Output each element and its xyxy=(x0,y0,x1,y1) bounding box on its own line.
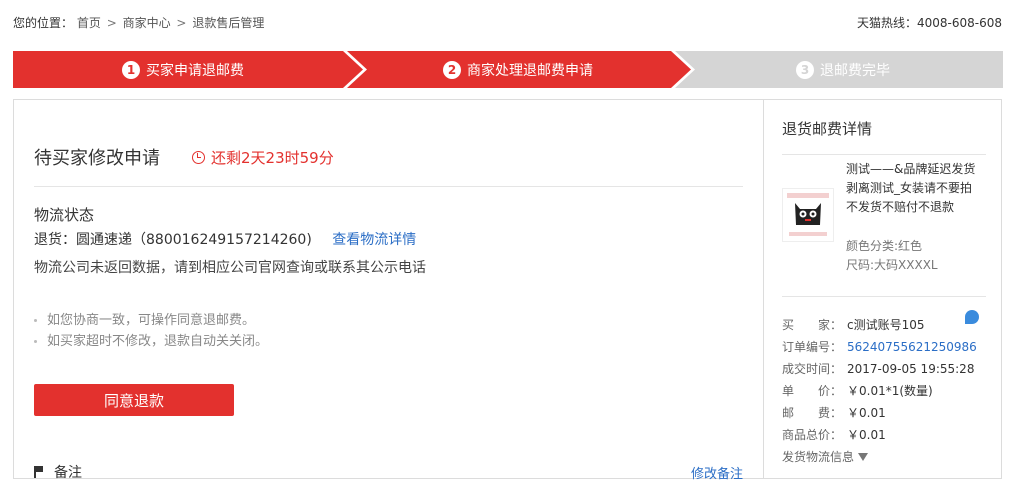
tip-item: 如您协商一致，可操作同意退邮费。 xyxy=(34,310,268,331)
info-row-buyer: 买 家： c测试账号105 xyxy=(782,310,979,336)
info-key: 买 家： xyxy=(782,318,843,332)
edit-remark-link[interactable]: 修改备注 xyxy=(691,463,743,482)
product-meta: 颜色分类:红色 尺码:大码XXXXL xyxy=(846,237,938,275)
product-thumbnail[interactable] xyxy=(782,188,834,242)
info-key: 订单编号： xyxy=(782,340,843,354)
step-3-label: 退邮费完毕 xyxy=(820,62,890,79)
refund-status-section: 待买家修改申请 还剩2天23时59分 物流状态 退货：圆通速递（88001624… xyxy=(14,100,763,482)
step-2-number: 2 xyxy=(443,60,461,79)
logistics-note: 物流公司未返回数据，请到相应公司官网查询或联系其公示电话 xyxy=(34,260,426,276)
info-row-order-id: 订单编号： 56240755621250986 xyxy=(782,336,979,358)
chat-icon[interactable] xyxy=(964,310,979,324)
remark-header: 备注 xyxy=(34,462,82,482)
step-1-number: 1 xyxy=(122,60,140,79)
step-2-label: 商家处理退邮费申请 xyxy=(467,62,593,79)
tmall-cat-image xyxy=(783,189,833,241)
info-key: 单 价： xyxy=(782,384,843,398)
breadcrumb-refund-management[interactable]: 退款售后管理 xyxy=(192,16,264,30)
step-3: 3 退邮费完毕 xyxy=(683,51,1003,88)
agree-refund-button[interactable]: 同意退款 xyxy=(34,384,234,416)
info-row-total: 商品总价： ￥0.01 xyxy=(782,424,979,446)
tip-text: 如买家超时不修改，退款自动关关闭。 xyxy=(47,334,269,349)
product-size: 尺码:大码XXXXL xyxy=(846,258,938,272)
bullet-icon xyxy=(34,340,37,343)
hotline: 天猫热线：4008-608-608 xyxy=(856,16,1002,30)
order-id-link[interactable]: 56240755621250986 xyxy=(847,336,977,358)
breadcrumb-separator: > xyxy=(176,16,187,30)
order-info: 买 家： c测试账号105 订单编号： 56240755621250986 成交… xyxy=(782,310,979,468)
product-color: 颜色分类:红色 xyxy=(846,239,923,253)
info-value: 2017-09-05 19:55:28 xyxy=(847,362,975,376)
progress-steps: 1 买家申请退邮费 2 商家处理退邮费申请 3 退邮费完毕 xyxy=(13,51,1003,88)
info-value: c测试账号105 xyxy=(847,318,925,332)
info-row-time: 成交时间： 2017-09-05 19:55:28 xyxy=(782,358,979,380)
refund-detail-sidebar: 退货邮费详情 测试——&品牌延迟发货剥离测试_女装请不要拍不发货不赔付不退款 颜… xyxy=(763,100,1004,478)
bullet-icon xyxy=(34,319,37,322)
step-2: 2 商家处理退邮费申请 xyxy=(353,51,683,88)
product-title[interactable]: 测试——&品牌延迟发货剥离测试_女装请不要拍不发货不赔付不退款 xyxy=(846,160,976,217)
info-key: 邮 费： xyxy=(782,406,843,420)
countdown: 还剩2天23时59分 xyxy=(192,147,334,168)
divider xyxy=(34,186,743,187)
step-1: 1 买家申请退邮费 xyxy=(13,51,353,88)
logistics-title: 物流状态 xyxy=(34,206,95,224)
countdown-text: 还剩2天23时59分 xyxy=(211,149,334,167)
info-row-price: 单 价： ￥0.01*1(数量) xyxy=(782,380,979,402)
shipping-info-toggle[interactable]: 发货物流信息 xyxy=(782,446,979,468)
logistics-line: 退货：圆通速递（880016249157214260) 查看物流详情 xyxy=(34,229,416,249)
divider xyxy=(782,296,986,297)
caret-down-icon xyxy=(858,453,869,461)
tip-text: 如您协商一致，可操作同意退邮费。 xyxy=(47,313,256,328)
remark-label: 备注 xyxy=(54,465,82,481)
breadcrumb-separator: > xyxy=(106,16,117,30)
logistics-tracking: 退货：圆通速递（880016249157214260) xyxy=(34,232,312,248)
breadcrumb: 您的位置： 首页 > 商家中心 > 退款售后管理 xyxy=(13,14,264,31)
tip-item: 如买家超时不修改，退款自动关关闭。 xyxy=(34,331,268,352)
divider xyxy=(782,154,986,155)
view-logistics-link[interactable]: 查看物流详情 xyxy=(332,232,416,248)
step-3-number: 3 xyxy=(796,60,814,79)
info-row-postage: 邮 费： ￥0.01 xyxy=(782,402,979,424)
status-title: 待买家修改申请 xyxy=(34,148,160,169)
info-key: 成交时间： xyxy=(782,362,843,376)
info-value: ￥0.01 xyxy=(847,406,886,420)
info-key: 商品总价： xyxy=(782,428,843,442)
detail-title: 退货邮费详情 xyxy=(782,120,873,138)
tips-list: 如您协商一致，可操作同意退邮费。 如买家超时不修改，退款自动关关闭。 xyxy=(34,310,268,352)
refund-panel: 待买家修改申请 还剩2天23时59分 物流状态 退货：圆通速递（88001624… xyxy=(13,99,1004,482)
shipping-info-label: 发货物流信息 xyxy=(782,450,855,464)
breadcrumb-merchant-center[interactable]: 商家中心 xyxy=(123,16,171,30)
info-value: ￥0.01*1(数量) xyxy=(847,384,933,398)
breadcrumb-prefix: 您的位置： xyxy=(13,16,74,30)
step-1-label: 买家申请退邮费 xyxy=(146,62,244,79)
flag-icon xyxy=(34,466,44,478)
info-value: ￥0.01 xyxy=(847,428,886,442)
clock-icon xyxy=(192,151,205,164)
breadcrumb-home[interactable]: 首页 xyxy=(77,16,101,30)
